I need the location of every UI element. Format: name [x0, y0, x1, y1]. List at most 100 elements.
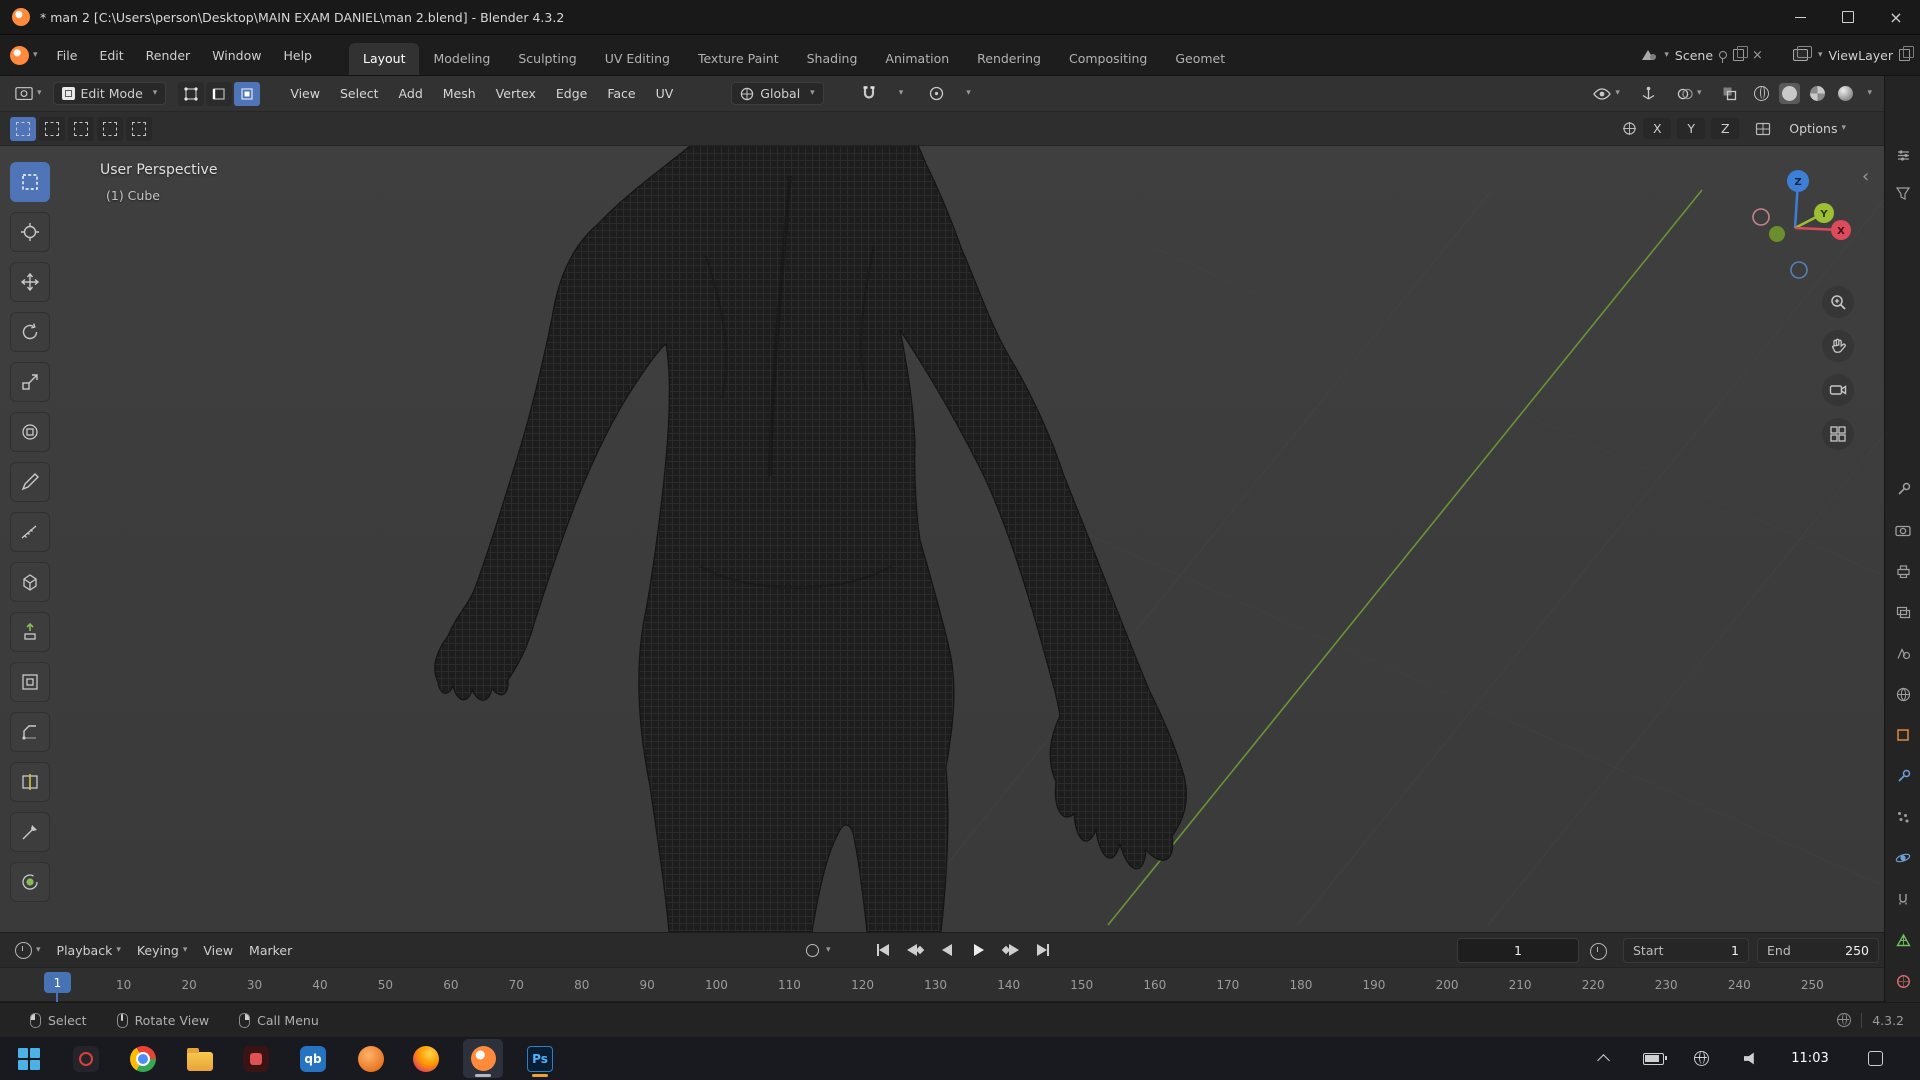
transform-pivot-icon[interactable]: [1622, 121, 1637, 136]
jump-to-end-button[interactable]: [1032, 939, 1054, 961]
tab-animation[interactable]: Animation: [871, 43, 963, 75]
minimize-button[interactable]: [1776, 0, 1824, 34]
xray-toggle[interactable]: [1715, 82, 1744, 105]
network-indicator[interactable]: [1686, 1037, 1716, 1080]
select-intersect-button[interactable]: [126, 116, 152, 141]
chevron-down-icon[interactable]: ▾: [1664, 50, 1669, 60]
chevron-down-icon[interactable]: ▾: [1867, 89, 1872, 98]
taskbar-photoshop[interactable]: Ps: [520, 1039, 560, 1078]
show-gizmo-toggle[interactable]: [1634, 82, 1663, 105]
tool-annotate[interactable]: [10, 462, 50, 502]
object-tab-icon[interactable]: [1894, 726, 1912, 744]
filter-icon[interactable]: [1894, 184, 1912, 202]
tray-expand-button[interactable]: [1588, 1037, 1618, 1080]
view-layer-name[interactable]: ViewLayer: [1828, 48, 1893, 63]
viewport-menu-item[interactable]: Edge: [546, 81, 597, 106]
tab-compositing[interactable]: Compositing: [1055, 43, 1161, 75]
tab-rendering[interactable]: Rendering: [963, 43, 1055, 75]
chevron-down-icon[interactable]: ▾: [1818, 50, 1823, 60]
playhead[interactable]: 1: [44, 972, 71, 993]
tool-measure[interactable]: [10, 512, 50, 552]
mirror-y-button[interactable]: Y: [1677, 118, 1706, 139]
start-button[interactable]: [9, 1039, 49, 1078]
scene-tab-icon[interactable]: [1894, 644, 1912, 662]
auto-keying-toggle[interactable]: ▾: [806, 933, 831, 967]
taskbar-firefox[interactable]: [406, 1039, 446, 1078]
menu-item[interactable]: Help: [272, 43, 323, 68]
viewport-menu-item[interactable]: Face: [597, 81, 645, 106]
select-extend-button[interactable]: [39, 116, 65, 141]
taskbar-blender[interactable]: [463, 1039, 503, 1078]
jump-to-start-button[interactable]: [872, 939, 894, 961]
volume-indicator[interactable]: [1736, 1037, 1766, 1080]
tab-modeling[interactable]: Modeling: [419, 43, 504, 75]
shading-material-button[interactable]: [1807, 83, 1828, 104]
new-scene-icon[interactable]: [1733, 46, 1748, 61]
face-select-button[interactable]: [234, 81, 261, 106]
render-tab-icon[interactable]: [1894, 521, 1912, 539]
particles-tab-icon[interactable]: [1894, 808, 1912, 826]
keying-menu[interactable]: Keying ▾: [130, 939, 195, 962]
tool-knife[interactable]: [10, 812, 50, 852]
tab-geometry-nodes[interactable]: Geomet: [1161, 43, 1239, 75]
menu-item[interactable]: Window: [201, 43, 272, 68]
tab-sculpting[interactable]: Sculpting: [504, 43, 590, 75]
output-tab-icon[interactable]: [1894, 562, 1912, 580]
tool-bevel[interactable]: [10, 712, 50, 752]
collapse-panel-arrow[interactable]: ‹: [1862, 168, 1869, 186]
menu-item[interactable]: Render: [135, 43, 202, 68]
camera-view-button[interactable]: [1822, 374, 1854, 406]
taskbar-app-qb[interactable]: qb: [293, 1039, 333, 1078]
taskbar-app-dark[interactable]: [66, 1039, 106, 1078]
prev-keyframe-button[interactable]: [904, 939, 926, 961]
clock[interactable]: 11:03: [1780, 1037, 1840, 1080]
select-invert-button[interactable]: [97, 116, 123, 141]
frame-end-field[interactable]: End 250: [1757, 938, 1879, 963]
shading-wireframe-button[interactable]: [1751, 83, 1772, 104]
snap-face-icon[interactable]: [1755, 122, 1771, 136]
properties-editor-icon[interactable]: [1894, 146, 1912, 164]
tool-transform[interactable]: [10, 412, 50, 452]
viewport-menu-item[interactable]: Add: [389, 81, 433, 106]
body-mesh[interactable]: [434, 146, 1187, 932]
next-keyframe-button[interactable]: [1000, 939, 1022, 961]
world-tab-icon[interactable]: [1894, 685, 1912, 703]
tool-options-dropdown[interactable]: Options ▾: [1789, 121, 1846, 136]
timeline-editor-type-button[interactable]: ▾: [8, 938, 48, 963]
tool-extrude-region[interactable]: [10, 612, 50, 652]
viewlayer-tab-icon[interactable]: [1894, 603, 1912, 621]
play-reverse-button[interactable]: [936, 939, 958, 961]
battery-indicator[interactable]: [1636, 1037, 1670, 1080]
maximize-button[interactable]: [1824, 0, 1872, 34]
marker-menu[interactable]: Marker: [242, 939, 299, 962]
data-tab-icon[interactable]: [1894, 931, 1912, 949]
tool-cursor[interactable]: [10, 212, 50, 252]
mirror-z-button[interactable]: Z: [1711, 118, 1740, 139]
snap-toggle[interactable]: [854, 82, 884, 105]
toggle-ortho-button[interactable]: [1822, 418, 1854, 450]
tab-layout[interactable]: Layout: [348, 43, 420, 75]
close-button[interactable]: ×: [1872, 0, 1920, 34]
editor-type-button[interactable]: ▾: [8, 82, 49, 106]
taskbar-file-explorer[interactable]: [180, 1039, 220, 1078]
constraints-tab-icon[interactable]: [1894, 890, 1912, 908]
current-frame-field[interactable]: 1: [1457, 938, 1579, 963]
scene-name[interactable]: Scene: [1675, 48, 1713, 63]
select-set-button[interactable]: [10, 116, 36, 141]
material-tab-icon[interactable]: [1894, 972, 1912, 990]
notification-button[interactable]: [1858, 1037, 1892, 1080]
mode-dropdown[interactable]: Edit Mode ▾: [52, 82, 167, 105]
taskbar-app-red[interactable]: [236, 1039, 276, 1078]
modifiers-tab-icon[interactable]: [1894, 767, 1912, 785]
viewport-menu-item[interactable]: UV: [646, 81, 684, 106]
menu-item[interactable]: File: [46, 43, 89, 68]
viewport-menu-item[interactable]: Vertex: [486, 81, 546, 106]
zoom-button[interactable]: [1822, 286, 1854, 318]
play-button[interactable]: [968, 939, 990, 961]
physics-tab-icon[interactable]: [1894, 849, 1912, 867]
tab-shading[interactable]: Shading: [793, 43, 872, 75]
tool-rotate[interactable]: [10, 312, 50, 352]
axis-neg-z-ball[interactable]: [1790, 261, 1808, 279]
snap-settings-dropdown[interactable]: ▾: [888, 85, 911, 102]
shading-solid-button[interactable]: [1779, 83, 1801, 104]
